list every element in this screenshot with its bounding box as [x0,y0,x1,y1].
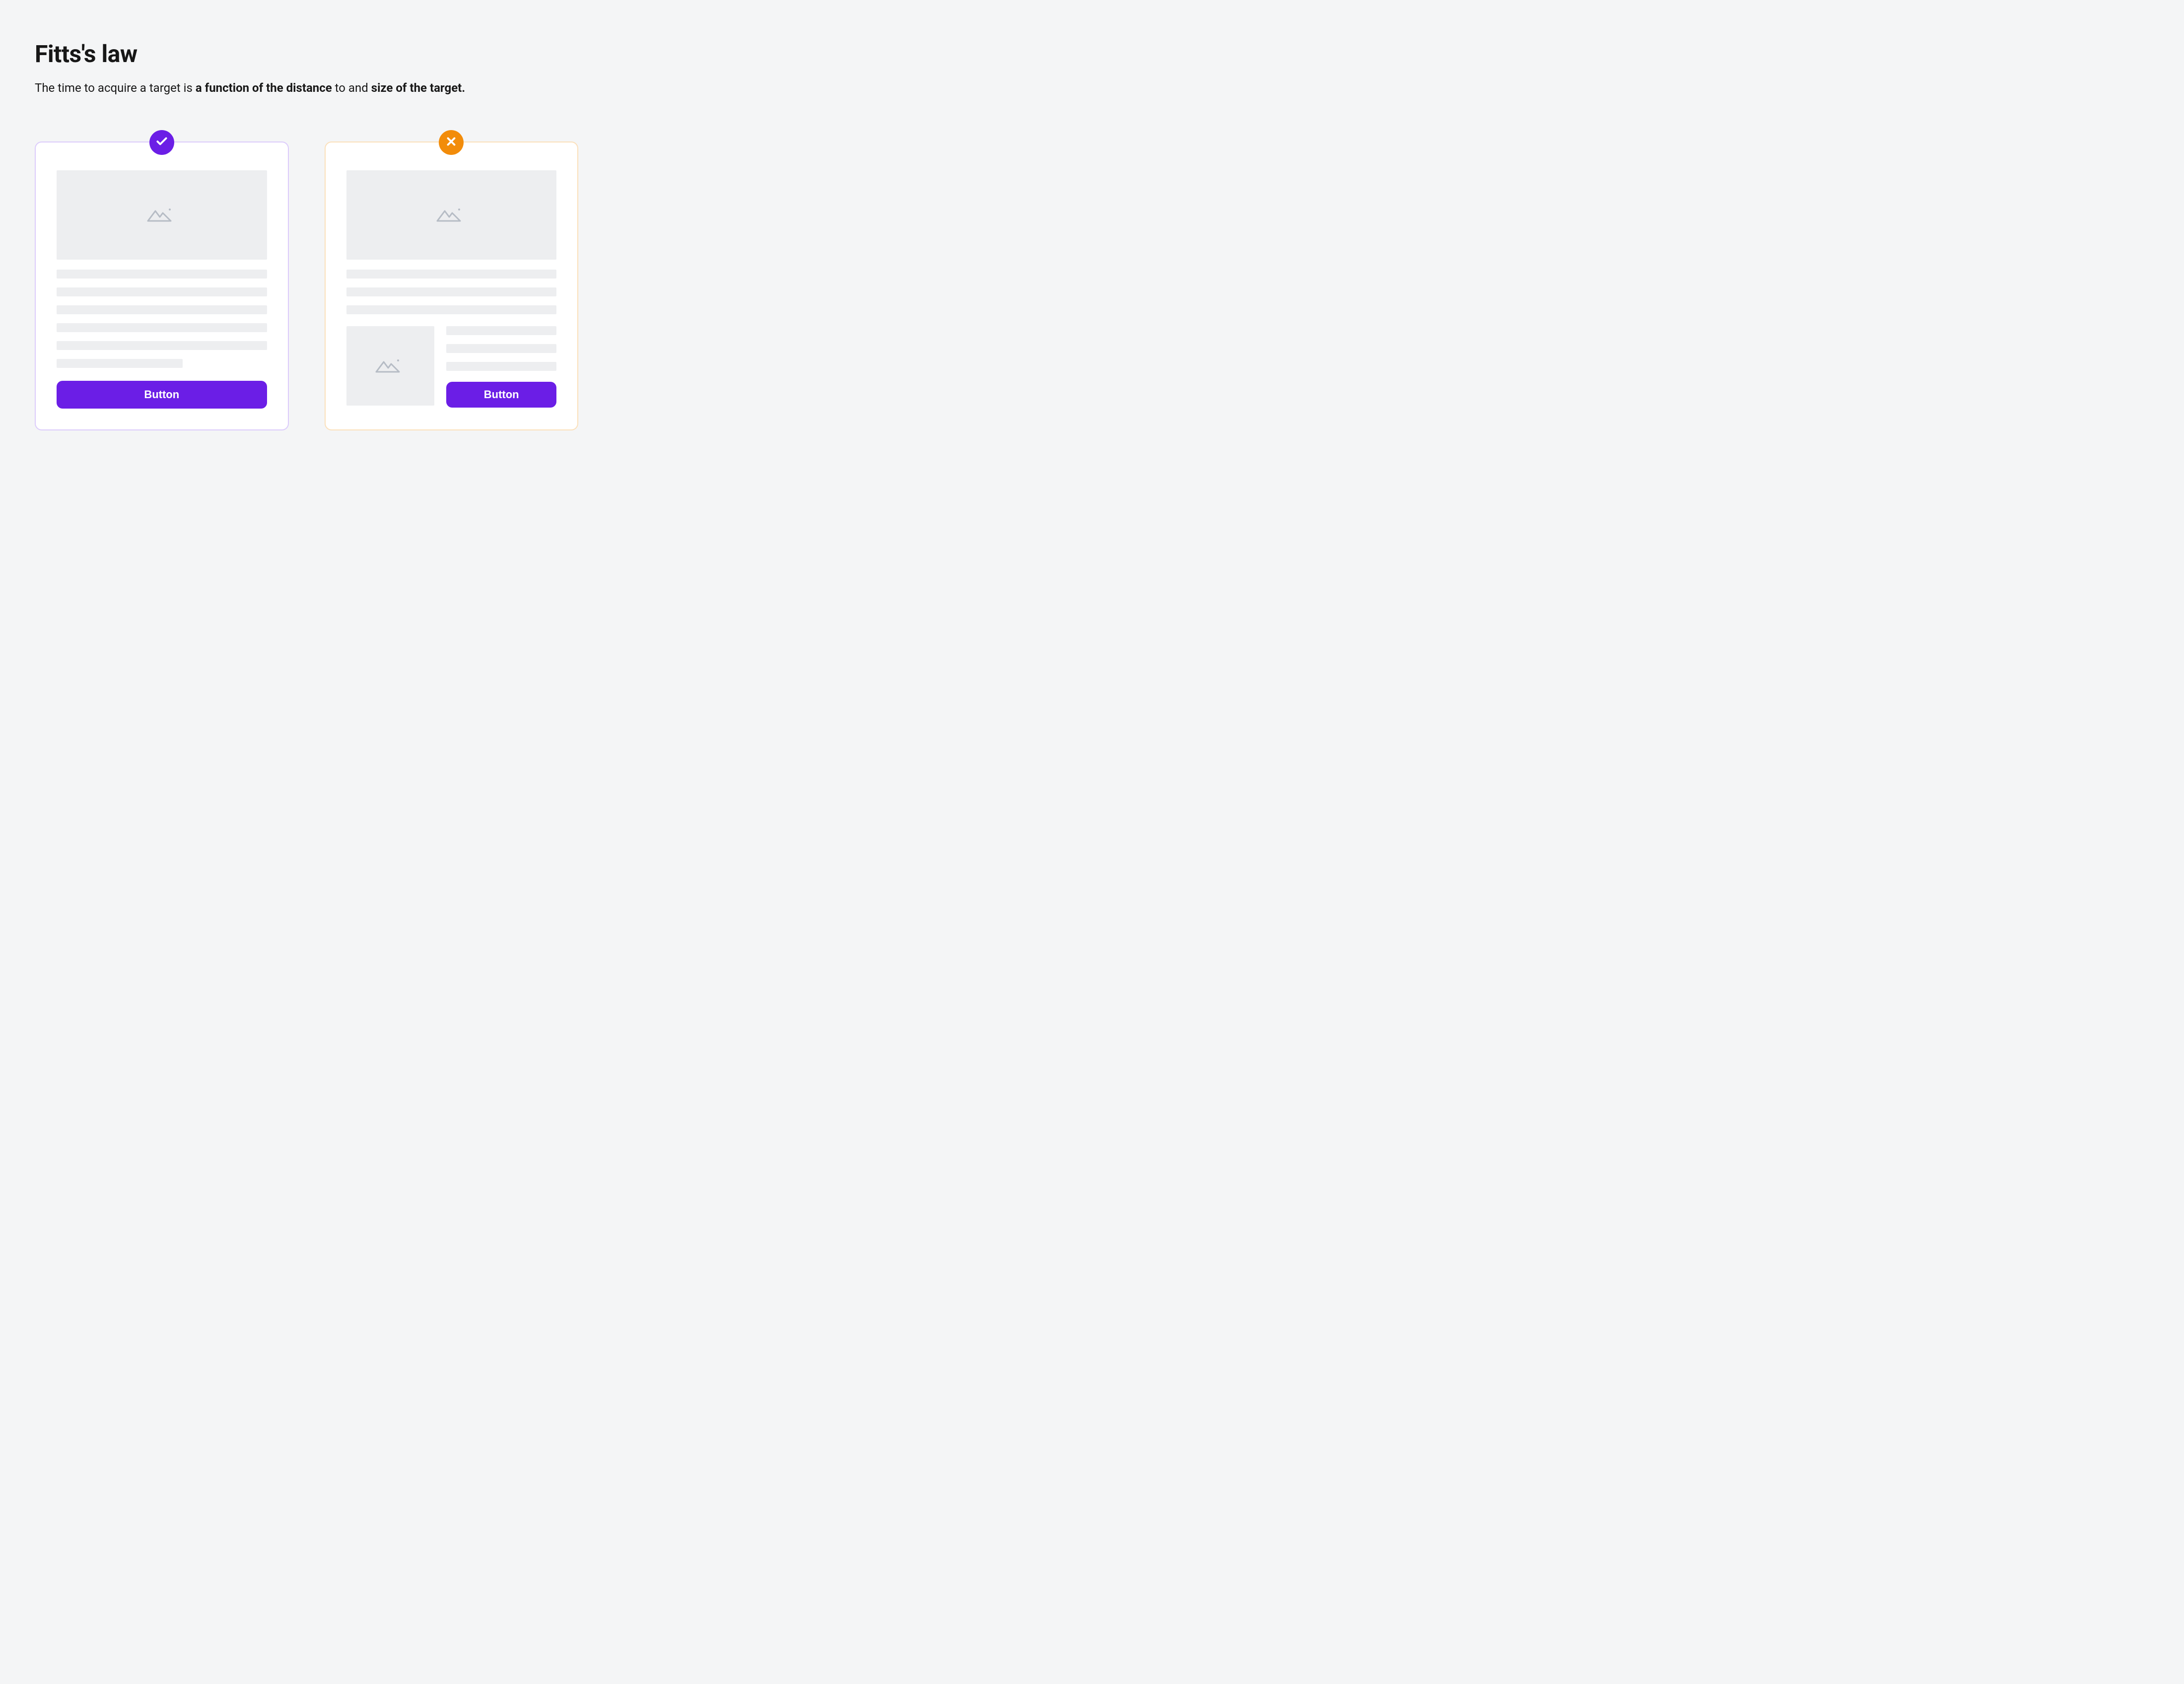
check-badge [149,130,174,155]
cross-icon [445,135,458,150]
text-placeholder-line [346,270,557,279]
split-left [346,326,435,408]
page-title: Fitts's law [35,40,578,68]
text-placeholder-line [346,305,557,314]
cta-button-bad[interactable]: Button [446,382,556,408]
subtitle-bold1: a function of the distance [196,81,332,95]
text-placeholder-line [57,287,267,296]
examples-row: Button [35,141,578,430]
text-placeholder-block [57,270,267,368]
text-placeholder-line [57,323,267,332]
text-placeholder-block [346,270,557,314]
text-placeholder-line [446,326,556,335]
text-placeholder-line [57,359,183,368]
text-placeholder-line [446,362,556,371]
example-card-bad: Button [325,141,579,430]
mountain-icon [374,355,406,377]
mountain-icon [435,204,467,226]
cross-badge [439,130,464,155]
mountain-icon [146,204,178,226]
image-placeholder-small [346,326,435,406]
text-placeholder-line [57,305,267,314]
split-right: Button [446,326,556,408]
image-placeholder [346,170,557,260]
page-subtitle: The time to acquire a target is a functi… [35,80,578,97]
text-placeholder-line [57,341,267,350]
subtitle-bold2: size of the target. [371,81,466,95]
image-placeholder [57,170,267,260]
text-placeholder-line [446,344,556,353]
cta-button-good[interactable]: Button [57,381,267,409]
subtitle-part1: The time to acquire a target is [35,81,196,95]
subtitle-part2: to and [332,81,371,95]
split-row: Button [346,326,557,408]
text-placeholder-line [57,270,267,279]
text-placeholder-line [346,287,557,296]
example-card-good: Button [35,141,289,430]
check-icon [155,135,168,150]
